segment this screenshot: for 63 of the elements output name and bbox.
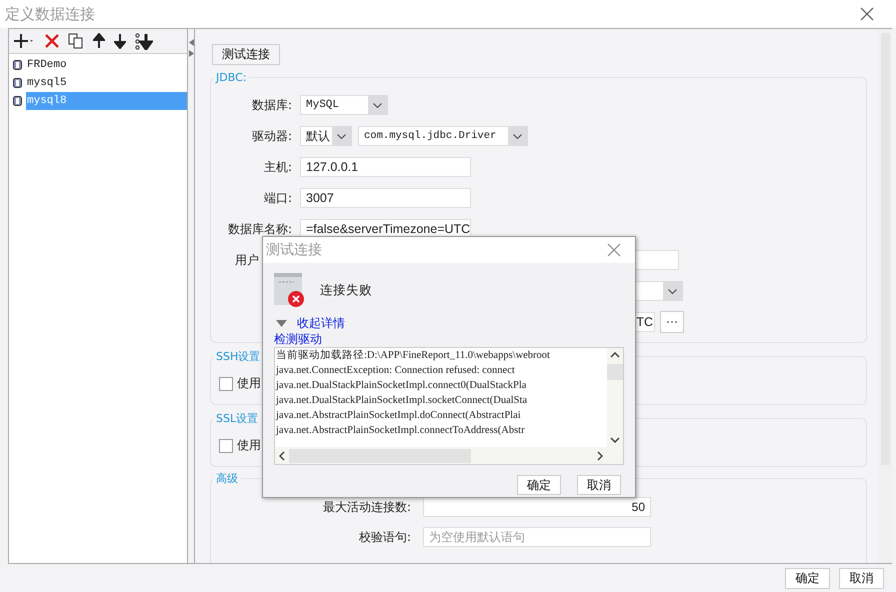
text-field[interactable]: 3007 [300, 188, 471, 208]
delete-icon[interactable] [45, 34, 59, 48]
error-message: 连接失败 [320, 282, 372, 298]
add-icon[interactable] [14, 33, 36, 49]
chevron-left-icon[interactable] [279, 450, 285, 460]
connection-item[interactable]: FRDemo [26, 56, 187, 74]
down-arrow-icon[interactable] [114, 33, 126, 49]
log-line: java.net.DualStackPlainSocketImpl.socketConnect(DualSta [276, 394, 528, 408]
log-line: java.net.ConnectException: Connection refused: connect [276, 364, 516, 378]
dialog-title: 测试连接 [266, 241, 322, 259]
section-title: JDBC: [214, 71, 248, 84]
section-title: 高级 [215, 471, 239, 486]
field-label: 数据库: [250, 96, 292, 114]
chevron-down-icon [373, 102, 382, 108]
close-icon[interactable] [607, 243, 621, 257]
section-title: SSH设置 [215, 349, 262, 364]
cancel-button[interactable]: 取消 [577, 475, 621, 495]
checkbox[interactable] [219, 438, 233, 452]
database-dropdown[interactable]: MySQL [300, 95, 388, 115]
field-label: 校验语句: [358, 528, 411, 546]
log-line: java.net.DualStackPlainSocketImpl.connect0(DualStackPla [276, 379, 528, 393]
checkbox-label: 使用 [237, 437, 261, 454]
sort-icon[interactable] [135, 32, 153, 50]
text-field[interactable]: 127.0.0.1 [300, 157, 471, 177]
up-arrow-icon[interactable] [93, 33, 105, 49]
number-field[interactable]: 50 [423, 497, 651, 517]
window-title: 定义数据连接 [5, 4, 95, 24]
field-label: 数据库名称: [226, 220, 292, 238]
vertical-scrollbar[interactable] [607, 348, 623, 447]
field-label: 最大活动连接数: [322, 498, 411, 516]
connection-item[interactable]: mysql5 [26, 74, 187, 92]
chevron-down-icon [337, 134, 346, 138]
driver-class-dropdown[interactable]: com.mysql.jdbc.Driver [358, 126, 528, 146]
connection-error-icon [274, 273, 304, 307]
toggle-triangle-icon[interactable] [276, 320, 287, 327]
cancel-button[interactable]: 取消 [839, 568, 884, 588]
chevron-down-icon [668, 288, 677, 294]
check-driver-link[interactable]: 检测驱动 [274, 332, 322, 346]
chevron-down-icon [513, 134, 522, 138]
field-label: 端口: [262, 190, 292, 206]
chevron-down-icon[interactable] [610, 437, 620, 443]
field-label: 主机: [262, 158, 292, 176]
section-title: SSL设置 [215, 411, 260, 426]
log-line: java.net.AbstractPlainSocketImpl.connectToAddress(Abstr [276, 424, 526, 438]
field-label: 用户 [235, 252, 259, 268]
log-text-area[interactable] [274, 347, 624, 465]
collapse-arrows-icon[interactable] [188, 39, 194, 57]
close-icon[interactable] [860, 7, 874, 21]
text-field[interactable]: 为空使用默认语句 [423, 527, 651, 547]
copy-icon[interactable] [68, 33, 84, 49]
test-connection-button[interactable]: 测试连接 [212, 44, 280, 65]
checkbox[interactable] [219, 376, 233, 390]
log-line: java.net.AbstractPlainSocketImpl.doConnect(AbstractPlai [276, 409, 522, 423]
collapse-details-link[interactable]: 收起详情 [297, 315, 345, 332]
checkbox-label: 使用 [237, 375, 261, 392]
horizontal-scrollbar[interactable] [275, 447, 623, 464]
field-label: 驱动器: [250, 128, 292, 144]
driver-mode-dropdown[interactable]: 默认 [300, 126, 352, 146]
chevron-up-icon[interactable] [610, 352, 620, 358]
ok-button[interactable]: 确定 [785, 568, 830, 588]
chevron-right-icon[interactable] [597, 450, 603, 460]
ok-button[interactable]: 确定 [517, 475, 561, 495]
log-line: 当前驱动加载路径:D:\APP\FineReport_11.0\webapps\webroot [276, 348, 551, 363]
